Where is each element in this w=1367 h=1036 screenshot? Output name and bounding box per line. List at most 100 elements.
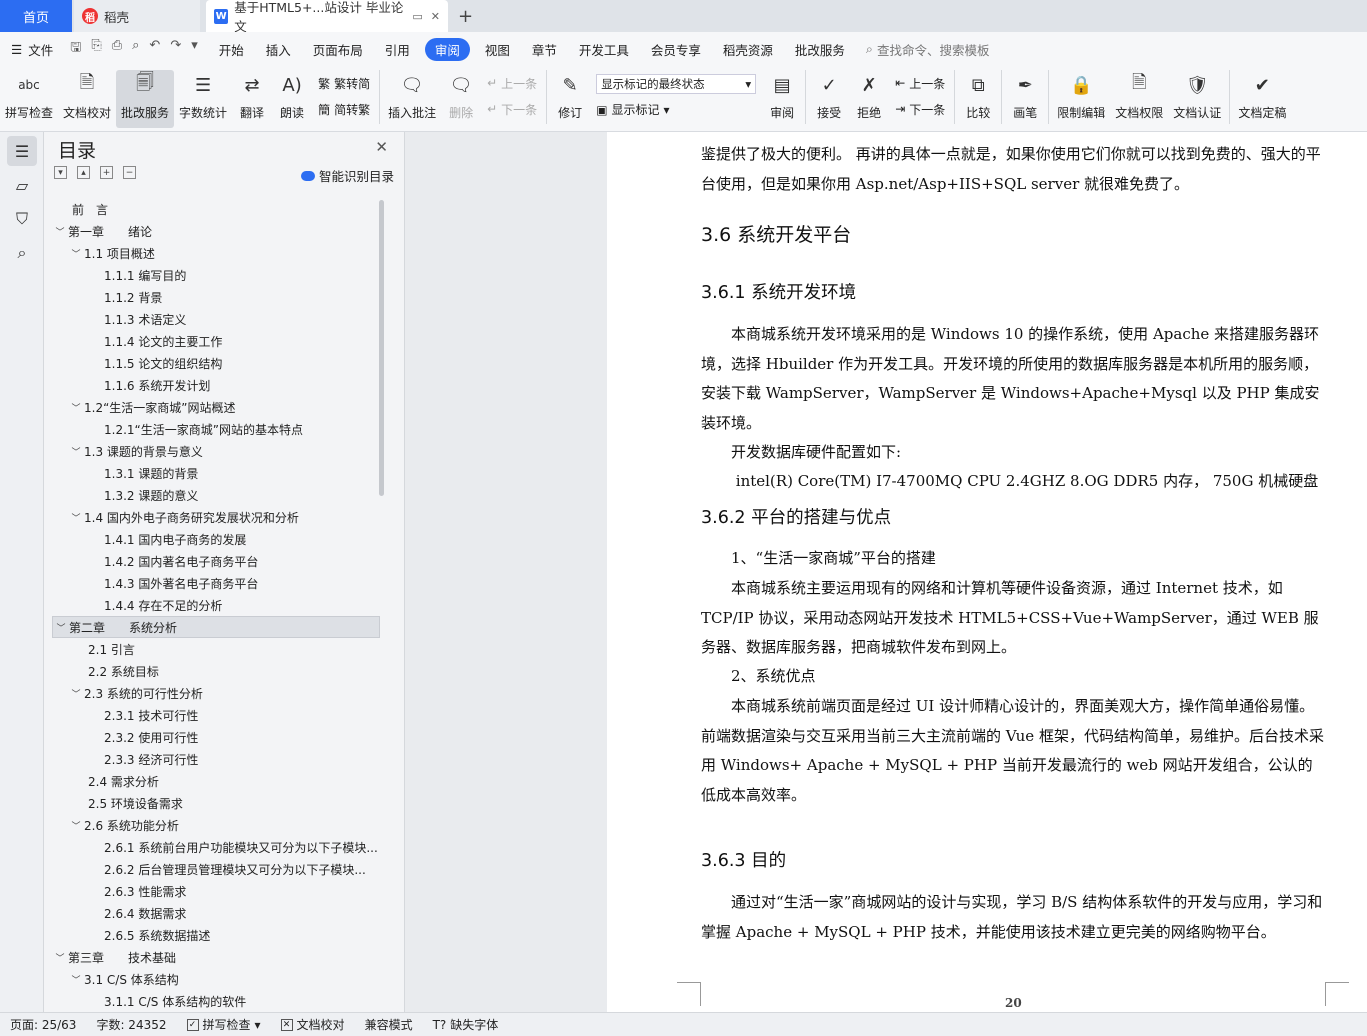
chevron-down-icon[interactable]: ﹀ bbox=[53, 621, 69, 634]
toc-item[interactable]: 1.4.3 国外著名电子商务平台 bbox=[52, 572, 380, 594]
toc-item[interactable]: 1.1.1 编写目的 bbox=[52, 264, 380, 286]
new-tab-button[interactable]: + bbox=[448, 0, 483, 32]
toc-item[interactable]: 1.1.3 术语定义 bbox=[52, 308, 380, 330]
chevron-down-icon[interactable]: ﹀ bbox=[68, 819, 84, 832]
toc-item[interactable]: 1.3.1 课题的背景 bbox=[52, 462, 380, 484]
close-icon[interactable]: ✕ bbox=[431, 10, 440, 23]
doc-certify-button[interactable]: 🛡 文档认证 bbox=[1168, 70, 1226, 128]
toc-item[interactable]: ﹀ 2.3 系统的可行性分析 bbox=[52, 682, 380, 704]
tab-home[interactable]: 首页 bbox=[0, 0, 72, 32]
toc-item[interactable]: ﹀ 1.2“生活一家商城”网站概述 bbox=[52, 396, 380, 418]
menu-layout[interactable]: 页面布局 bbox=[302, 40, 374, 59]
toc-item[interactable]: 1.4.1 国内电子商务的发展 bbox=[52, 528, 380, 550]
toc-item[interactable]: 1.1.4 论文的主要工作 bbox=[52, 330, 380, 352]
toc-item[interactable]: 2.6.5 系统数据描述 bbox=[52, 924, 380, 946]
tab-document[interactable]: W 基于HTML5+...站设计 毕业论文 ▭ ✕ bbox=[206, 0, 448, 34]
toc-item[interactable]: 1.1.6 系统开发计划 bbox=[52, 374, 380, 396]
toc-item[interactable]: ﹀ 3.1 C/S 体系结构 bbox=[52, 968, 380, 990]
undo-icon[interactable]: ↶ bbox=[149, 38, 160, 60]
markup-state-select[interactable]: 显示标记的最终状态 ▾ bbox=[596, 73, 757, 94]
toc-item[interactable]: 2.1 引言 bbox=[52, 638, 380, 660]
toc-item[interactable]: ﹀ 第一章 绪论 bbox=[52, 220, 380, 242]
delete-comment-button[interactable]: 🗨 删除 bbox=[441, 70, 481, 128]
menu-member[interactable]: 会员专享 bbox=[640, 40, 712, 59]
menu-daoke-resources[interactable]: 稻壳资源 bbox=[712, 40, 784, 59]
toc-item[interactable]: 前 言 bbox=[52, 198, 380, 220]
doc-proof-button[interactable]: 🗎 文档校对 bbox=[58, 70, 116, 128]
more-icon[interactable]: ▾ bbox=[191, 38, 198, 60]
toc-item[interactable]: 2.6.3 性能需求 bbox=[52, 880, 380, 902]
toc-item[interactable]: ﹀ 1.3 课题的背景与意义 bbox=[52, 440, 380, 462]
chapter-panel-icon[interactable]: ▱ bbox=[7, 170, 37, 200]
word-count-button[interactable]: ☰ 字数统计 bbox=[174, 70, 232, 128]
save-icon[interactable]: 🖫 bbox=[70, 38, 81, 60]
menu-review[interactable]: 审阅 bbox=[424, 37, 470, 61]
toc-item[interactable]: 1.1.2 背景 bbox=[52, 286, 380, 308]
toc-item[interactable]: 1.4.4 存在不足的分析 bbox=[52, 594, 380, 616]
command-search[interactable]: ⌕ 查找命令、搜索模板 bbox=[866, 40, 990, 59]
restrict-edit-button[interactable]: 🔒 限制编辑 bbox=[1052, 70, 1110, 128]
accept-button[interactable]: ✓ 接受 bbox=[809, 70, 849, 128]
translate-button[interactable]: ⇄ 翻译 bbox=[232, 70, 272, 128]
toc-item[interactable]: 1.3.2 课题的意义 bbox=[52, 484, 380, 506]
toc-item[interactable]: 2.2 系统目标 bbox=[52, 660, 380, 682]
toc-item[interactable]: 2.3.1 技术可行性 bbox=[52, 704, 380, 726]
review-service-button[interactable]: 🗐 批改服务 bbox=[116, 70, 175, 128]
toc-item[interactable]: 1.1.5 论文的组织结构 bbox=[52, 352, 380, 374]
menu-developer[interactable]: 开发工具 bbox=[568, 40, 640, 59]
monitor-icon[interactable]: ▭ bbox=[412, 10, 422, 23]
chevron-down-icon[interactable]: ﹀ bbox=[68, 511, 84, 524]
toc-item[interactable]: 2.3.3 经济可行性 bbox=[52, 748, 380, 770]
doc-finalize-button[interactable]: ✔ 文档定稿 bbox=[1233, 70, 1291, 128]
toc-item[interactable]: ﹀ 1.1 项目概述 bbox=[52, 242, 380, 264]
export-icon[interactable]: ⎘ bbox=[91, 38, 101, 60]
review-pane-button[interactable]: ▤ 审阅 bbox=[762, 70, 802, 128]
menu-chapter[interactable]: 章节 bbox=[521, 40, 568, 59]
close-icon[interactable]: ✕ bbox=[375, 138, 388, 156]
search-icon[interactable]: ⌕ bbox=[7, 238, 37, 268]
chevron-down-icon[interactable]: ﹀ bbox=[68, 687, 84, 700]
chevron-down-icon[interactable]: ﹀ bbox=[68, 445, 84, 458]
insert-comment-button[interactable]: 🗨 插入批注 bbox=[383, 70, 441, 128]
preview-icon[interactable]: ⌕ bbox=[132, 38, 139, 60]
reject-button[interactable]: ✗ 拒绝 bbox=[849, 70, 889, 128]
collapse-all-icon[interactable]: ▾ bbox=[54, 166, 67, 179]
menu-references[interactable]: 引用 bbox=[374, 40, 421, 59]
menu-review-service[interactable]: 批改服务 bbox=[784, 40, 856, 59]
toc-item[interactable]: ﹀ 第三章 技术基础 bbox=[52, 946, 380, 968]
smart-toc-button[interactable]: 智能识别目录 bbox=[300, 166, 394, 185]
chevron-down-icon[interactable]: ﹀ bbox=[52, 225, 68, 238]
prev-change-button[interactable]: ⇤ 上一条 bbox=[895, 75, 945, 92]
toc-item[interactable]: 2.4 需求分析 bbox=[52, 770, 380, 792]
menu-start[interactable]: 开始 bbox=[208, 40, 255, 59]
track-changes-button[interactable]: ✎ 修订 bbox=[550, 70, 590, 128]
menu-view[interactable]: 视图 bbox=[474, 40, 521, 59]
chevron-down-icon[interactable]: ﹀ bbox=[68, 401, 84, 414]
compare-button[interactable]: ⧉ 比较 bbox=[958, 70, 998, 128]
bookmark-icon[interactable]: ⛉ bbox=[7, 204, 37, 234]
next-change-button[interactable]: ⇥ 下一条 bbox=[895, 101, 945, 118]
prev-comment-button[interactable]: ↵ 上一条 bbox=[487, 75, 537, 92]
toc-item[interactable]: 2.3.2 使用可行性 bbox=[52, 726, 380, 748]
spell-check-button[interactable]: abc 拼写检查 bbox=[0, 70, 58, 128]
print-icon[interactable]: ⎙ bbox=[112, 38, 122, 60]
spell-check-toggle[interactable]: ✓ 拼写检查 ▾ bbox=[177, 1016, 271, 1033]
to-simplified-button[interactable]: 簡简转繁 bbox=[318, 101, 370, 118]
toc-item[interactable]: 1.4.2 国内著名电子商务平台 bbox=[52, 550, 380, 572]
toc-item[interactable]: ﹀ 2.6 系统功能分析 bbox=[52, 814, 380, 836]
toc-item[interactable]: 2.6.4 数据需求 bbox=[52, 902, 380, 924]
chevron-down-icon[interactable]: ﹀ bbox=[68, 247, 84, 260]
toc-item[interactable]: 2.5 环境设备需求 bbox=[52, 792, 380, 814]
file-menu[interactable]: ☰ 文件 bbox=[0, 40, 64, 59]
missing-font-button[interactable]: T? 缺失字体 bbox=[423, 1016, 509, 1033]
remove-heading-icon[interactable]: − bbox=[123, 166, 136, 179]
show-markup-button[interactable]: ▣ 显示标记 ▾ bbox=[596, 101, 756, 118]
tab-daoke[interactable]: 稻 稻壳 bbox=[74, 0, 200, 32]
toc-item[interactable]: ﹀ 1.4 国内外电子商务研究发展状况和分析 bbox=[52, 506, 380, 528]
chevron-down-icon[interactable]: ﹀ bbox=[52, 951, 68, 964]
toc-item[interactable]: ﹀ 第二章 系统分析 bbox=[52, 616, 380, 638]
document-page[interactable]: 鉴提供了极大的便利。 再讲的具体一点就是，如果你使用它们你就可以找到免费的、强大… bbox=[607, 132, 1367, 1012]
doc-proof-toggle[interactable]: ✕ 文档校对 bbox=[271, 1016, 355, 1033]
chevron-down-icon[interactable]: ﹀ bbox=[68, 973, 84, 986]
read-aloud-button[interactable]: A) 朗读 bbox=[272, 70, 312, 128]
